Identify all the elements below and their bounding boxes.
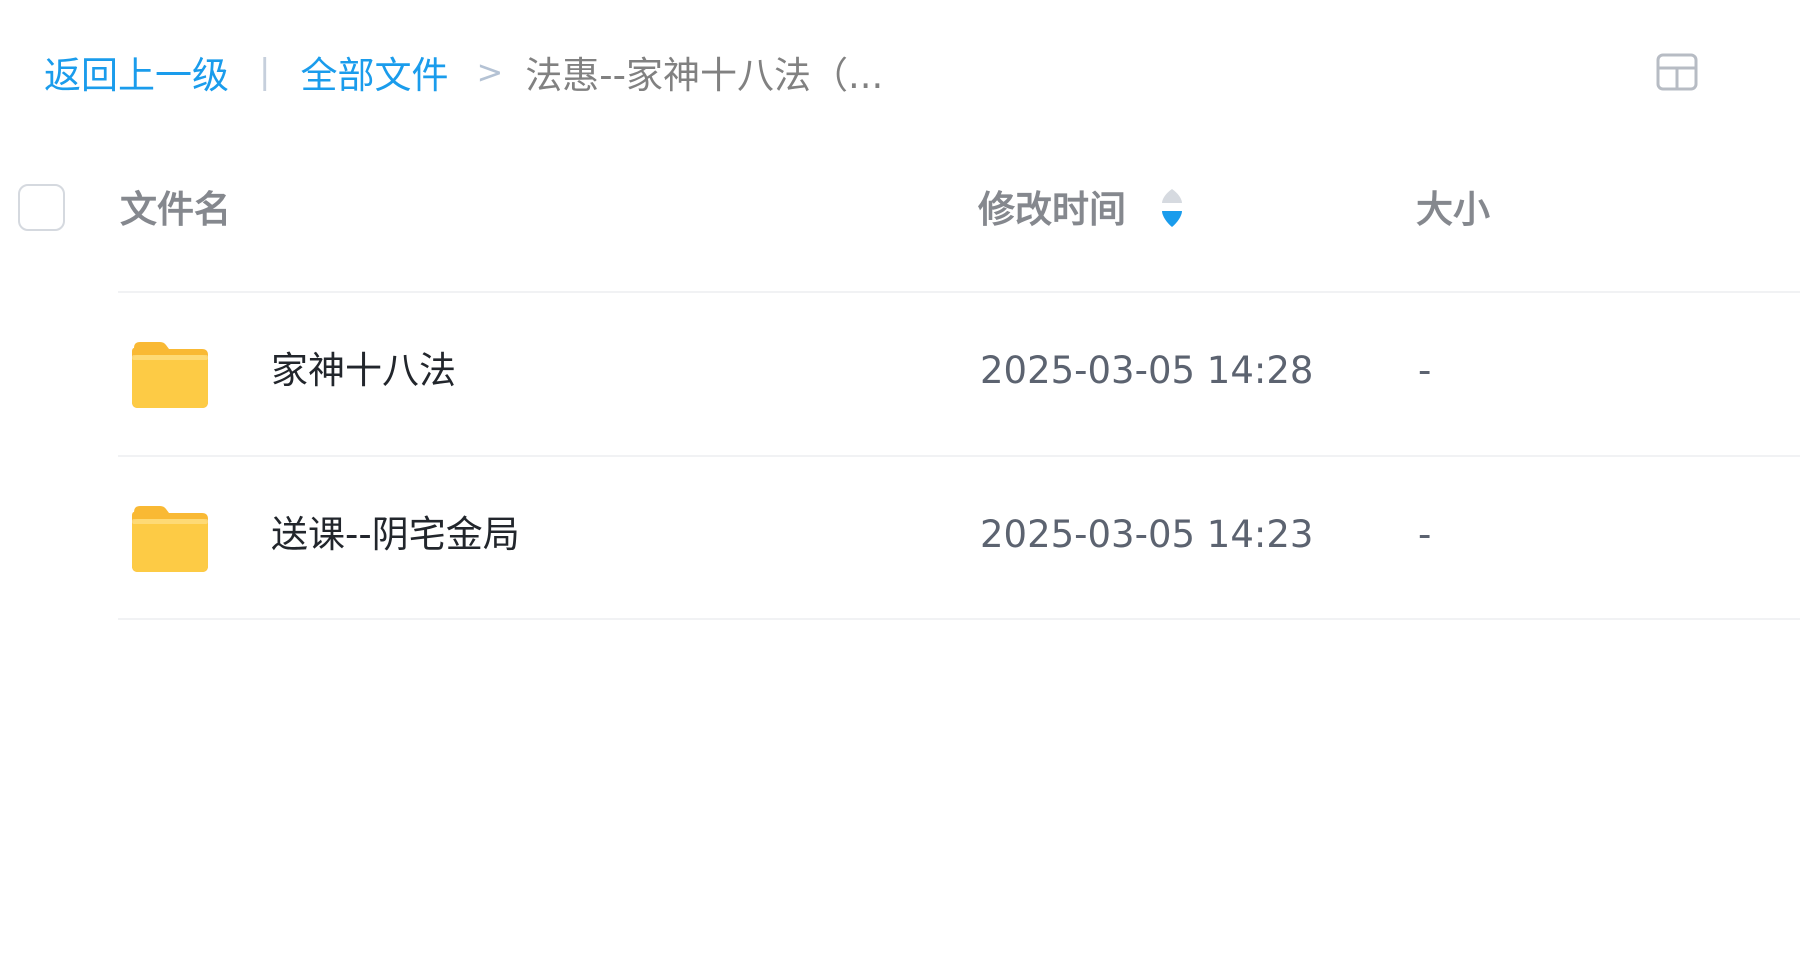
folder-icon <box>130 504 210 574</box>
folder-icon <box>130 340 210 410</box>
modified-time: 2025-03-05 14:28 <box>980 349 1314 392</box>
breadcrumb-separator: | <box>259 52 271 92</box>
sort-icon[interactable] <box>1158 187 1186 229</box>
table-row[interactable]: 送课--阴宅金局 2025-03-05 14:23 - <box>118 457 1800 617</box>
breadcrumb: 返回上一级 | 全部文件 > 法惠--家神十八法（... <box>44 46 883 98</box>
column-header-name[interactable]: 文件名 <box>120 184 231 236</box>
select-all-checkbox[interactable] <box>18 184 65 231</box>
column-header-size: 大小 <box>1416 188 1490 231</box>
column-header-modified[interactable]: 修改时间 <box>978 184 1126 236</box>
file-size: - <box>1418 349 1432 392</box>
breadcrumb-arrow: > <box>476 53 504 91</box>
file-size: - <box>1418 513 1432 556</box>
modified-time: 2025-03-05 14:23 <box>980 513 1314 556</box>
file-name[interactable]: 家神十八法 <box>271 345 456 397</box>
grid-view-icon[interactable] <box>1656 53 1698 91</box>
table-row[interactable]: 家神十八法 2025-03-05 14:28 - <box>118 293 1800 453</box>
all-files-link[interactable]: 全部文件 <box>300 45 448 99</box>
file-name[interactable]: 送课--阴宅金局 <box>271 509 520 561</box>
current-folder-label: 法惠--家神十八法（... <box>525 54 884 97</box>
row-divider <box>118 618 1800 620</box>
back-link[interactable]: 返回上一级 <box>44 45 229 99</box>
